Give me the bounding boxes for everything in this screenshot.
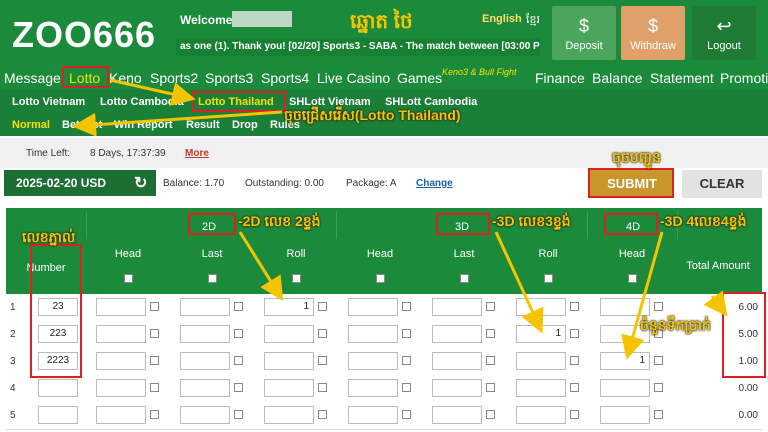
annotation-arrows [72, 78, 728, 360]
arrow-to-thailand [109, 78, 196, 106]
arrow-to-amount [703, 290, 728, 317]
arrow-to-3d-roll [494, 231, 544, 334]
arrow-to-normal [72, 110, 283, 137]
arrow-to-2d-roll [238, 231, 284, 302]
arrow-to-4d-head [621, 231, 664, 360]
